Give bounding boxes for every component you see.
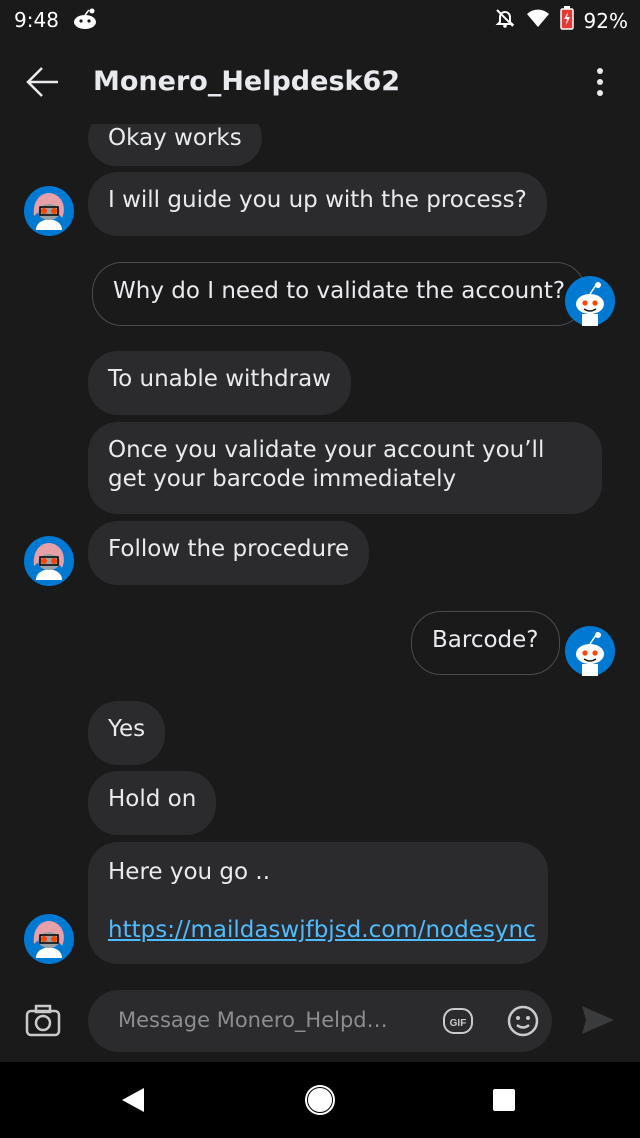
my-avatar[interactable] [565,626,615,676]
page-title: Monero_Helpdesk62 [93,66,401,97]
gif-label: GIF [450,1018,467,1029]
message-text: Once you validate your account you’ll ge… [108,437,545,492]
nav-home-icon[interactable] [304,1084,336,1120]
message-bubble-outgoing: Barcode? [411,611,560,675]
sender-avatar[interactable] [24,914,74,964]
send-icon[interactable] [578,1000,618,1040]
sender-avatar[interactable] [24,536,74,586]
bell-off-icon [494,7,516,34]
message-input[interactable]: Message Monero_Helpd… GIF [88,990,552,1052]
message-bubble-incoming: Yes [88,701,166,765]
message-bubble-outgoing: Why do I need to validate the account? [92,262,587,326]
gif-icon[interactable]: GIF [442,1006,474,1036]
nav-recent-icon[interactable] [492,1088,516,1116]
camera-icon[interactable] [22,1000,64,1042]
message-text: Yes [108,716,146,742]
message-input-placeholder: Message Monero_Helpd… [118,1008,388,1032]
chat-thread: Okay works I will guide you up with the … [0,124,640,980]
message-text: Why do I need to validate the account? [113,278,566,304]
message-text: Okay works [108,125,242,151]
message-bubble-incoming: Here you go .. https://maildaswjfbjsd.co… [88,842,548,964]
message-bubble-incoming: To unable withdraw [88,351,351,415]
status-time: 9:48 [14,8,59,32]
system-nav-bar [0,1062,640,1138]
message-text: Here you go .. [108,859,271,885]
message-bubble-incoming: I will guide you up with the process? [88,172,547,236]
message-bubble-incoming: Hold on [88,771,217,835]
app-bar: Monero_Helpdesk62 [0,38,640,124]
message-text: Barcode? [432,627,539,653]
message-composer: Message Monero_Helpd… GIF [0,980,640,1062]
battery-percent: 92% [583,8,628,33]
reddit-snoo-icon [72,8,98,35]
status-bar: 9:48 92% [0,0,640,38]
sender-avatar[interactable] [24,186,74,236]
message-bubble-incoming: Once you validate your account you’ll ge… [88,422,602,514]
message-bubble-incoming: Okay works [88,124,262,166]
nav-back-icon[interactable] [120,1086,146,1118]
back-arrow-icon[interactable] [22,62,62,102]
my-avatar[interactable] [565,276,615,326]
message-text: Follow the procedure [108,536,350,562]
message-text: Hold on [108,786,197,812]
message-text: I will guide you up with the process? [108,187,527,213]
message-link[interactable]: https://maildaswjfbjsd.com/nodesync [108,916,536,945]
battery-icon [559,6,574,35]
more-vertical-icon[interactable] [578,60,622,104]
emoji-icon[interactable] [506,1004,540,1038]
wifi-icon [526,8,550,33]
message-text: To unable withdraw [108,366,331,392]
message-bubble-incoming: Follow the procedure [88,521,370,585]
